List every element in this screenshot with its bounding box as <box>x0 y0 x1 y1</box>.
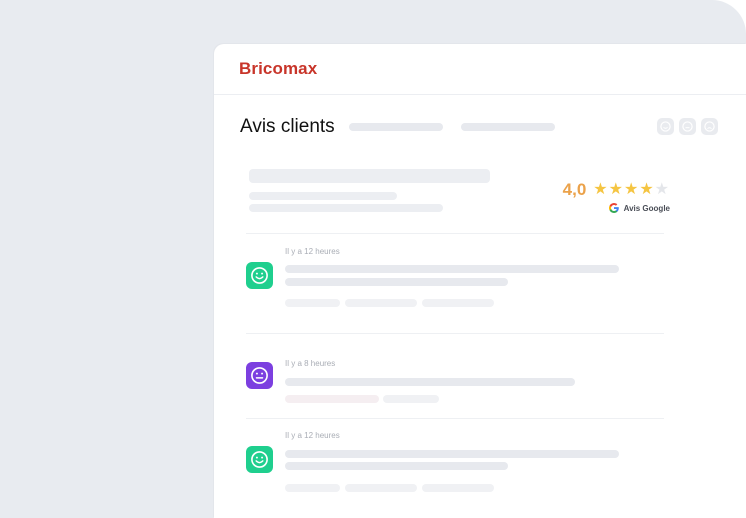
review-tag-placeholder <box>345 484 417 492</box>
smile-icon <box>251 451 268 468</box>
page-title: Avis clients <box>240 116 335 137</box>
review-time: Il y a 8 heures <box>285 359 336 368</box>
star-icon: ★ <box>623 181 639 198</box>
app-window: Bricomax Avis clients 4,0 ★ ★ ★ ★ ★ Avis… <box>214 44 746 518</box>
review-avatar <box>246 262 273 289</box>
sad-face-icon <box>704 121 715 132</box>
review-avatar <box>246 362 273 389</box>
placeholder-tab[interactable] <box>348 123 443 131</box>
review-time: Il y a 12 heures <box>285 431 340 440</box>
review-time: Il y a 12 heures <box>285 247 340 256</box>
divider <box>246 333 664 334</box>
star-icon: ★ <box>639 181 654 198</box>
review-text-placeholder <box>285 450 619 458</box>
review-text-placeholder <box>285 278 508 286</box>
divider <box>246 233 664 234</box>
review-tag-placeholder <box>285 395 379 403</box>
review-source-label: Avis Google <box>623 203 670 213</box>
review-tag-placeholder <box>422 484 494 492</box>
google-icon <box>608 203 619 213</box>
summary-placeholder <box>249 192 397 200</box>
review-text-placeholder <box>285 265 619 273</box>
smile-icon <box>660 121 671 132</box>
review-tag-placeholder <box>285 484 340 492</box>
sentiment-filters <box>657 118 718 135</box>
smile-icon <box>251 267 268 284</box>
star-icon: ★ <box>608 181 623 198</box>
neutral-face-icon <box>682 121 693 132</box>
review-tag-placeholder <box>383 395 439 403</box>
brand-logo[interactable]: Bricomax <box>239 59 317 79</box>
star-icon: ★ <box>593 181 608 198</box>
review-tag-placeholder <box>345 299 417 307</box>
review-avatar <box>246 446 273 473</box>
review-source[interactable]: Avis Google <box>608 203 670 213</box>
rating-summary: 4,0 ★ ★ ★ ★ ★ <box>563 180 670 200</box>
title-row: Avis clients <box>240 116 555 138</box>
neutral-face-icon <box>251 367 268 384</box>
rating-score: 4,0 <box>562 180 587 199</box>
review-text-placeholder <box>285 378 575 386</box>
review-tag-placeholder <box>285 299 340 307</box>
divider <box>246 418 664 419</box>
summary-placeholder <box>249 204 443 212</box>
filter-negative-button[interactable] <box>701 118 718 135</box>
star-empty-icon: ★ <box>654 181 669 198</box>
filter-neutral-button[interactable] <box>679 118 696 135</box>
placeholder-tab[interactable] <box>460 123 555 131</box>
review-tag-placeholder <box>422 299 494 307</box>
top-bar: Bricomax <box>214 44 746 95</box>
filter-positive-button[interactable] <box>657 118 674 135</box>
review-text-placeholder <box>285 462 508 470</box>
summary-placeholder <box>249 169 490 183</box>
